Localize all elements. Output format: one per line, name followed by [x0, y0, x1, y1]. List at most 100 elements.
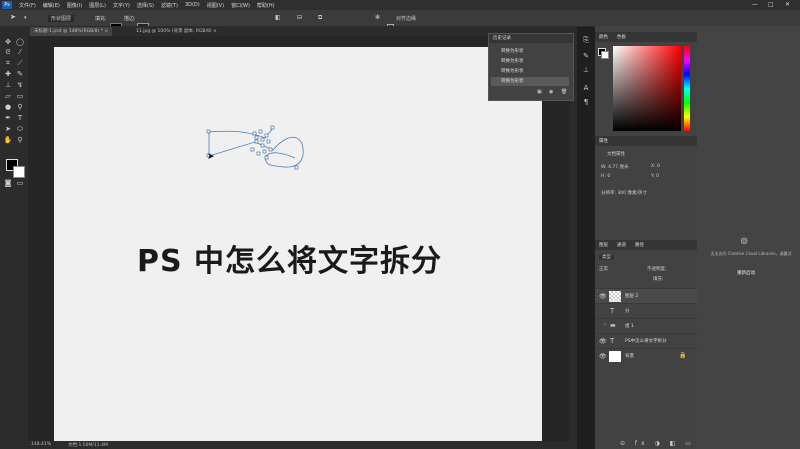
- close-icon[interactable]: ×: [104, 29, 108, 34]
- brush-tool-icon[interactable]: ✎: [15, 70, 25, 79]
- menu-3d[interactable]: 3D(D): [185, 2, 200, 8]
- history-panel-icon[interactable]: ⎘: [581, 36, 591, 46]
- layer-row[interactable]: › ▬ 组 1: [595, 318, 697, 334]
- fill-label: 填充:: [95, 16, 107, 22]
- paragraph-panel-icon[interactable]: ¶: [581, 98, 591, 108]
- history-item[interactable]: 转换为形状: [501, 58, 524, 64]
- tab-paths[interactable]: 路径: [635, 241, 644, 250]
- zoom-tool-icon[interactable]: ⚲: [15, 136, 25, 145]
- pen-tool-icon[interactable]: ✒: [3, 114, 13, 123]
- path-select-tool-icon[interactable]: ➤: [10, 13, 16, 21]
- close-window-button[interactable]: ✕: [785, 1, 790, 8]
- path-outline[interactable]: [195, 120, 315, 180]
- brush-panel-icon[interactable]: ✎: [581, 52, 591, 62]
- color-panel-header: 颜色 色板: [595, 32, 697, 42]
- layer-row[interactable]: 👁 背景 🔒: [595, 348, 697, 364]
- path-arrangement-icon[interactable]: ⧉: [318, 14, 322, 22]
- clone-source-icon[interactable]: ⊥: [581, 66, 591, 76]
- dodge-tool-icon[interactable]: ⚲: [15, 103, 25, 112]
- eye-icon[interactable]: 👁: [599, 293, 607, 300]
- document-size: 文档:1.50M/11.4M: [68, 443, 108, 448]
- tab-channels[interactable]: 通道: [617, 241, 626, 250]
- trash-icon[interactable]: 🗑: [561, 89, 567, 95]
- x-value[interactable]: X: 0: [651, 164, 660, 169]
- new-document-icon[interactable]: ▣: [537, 89, 542, 95]
- ellipse-marquee-icon[interactable]: ◯: [15, 38, 25, 47]
- zoom-level[interactable]: 148.41%: [31, 442, 51, 447]
- minimize-button[interactable]: —: [752, 1, 758, 8]
- color-swatches-mini[interactable]: [596, 26, 609, 59]
- layer-name: 背景: [625, 354, 634, 359]
- camera-icon[interactable]: ◉: [549, 89, 553, 95]
- menu-edit[interactable]: 编辑(E): [43, 2, 60, 9]
- fill-label: 填充:: [653, 277, 664, 282]
- blur-tool-icon[interactable]: ●: [3, 103, 13, 112]
- text-layer-icon: T: [610, 337, 615, 345]
- menu-select[interactable]: 选择(S): [137, 2, 154, 9]
- tab-11-jpg[interactable]: 11.jpg @ 100% (背景 副本, RGB/8) ×: [132, 27, 221, 36]
- path-selection-icon[interactable]: ➤: [3, 125, 13, 134]
- gear-icon[interactable]: ✻: [375, 14, 380, 21]
- crop-tool-icon[interactable]: ⌗: [3, 59, 13, 68]
- menu-help[interactable]: 帮助(H): [257, 2, 275, 9]
- menu-window[interactable]: 窗口(W): [231, 2, 250, 9]
- blend-mode-select[interactable]: 正常: [599, 266, 608, 272]
- menu-filter[interactable]: 滤镜(T): [161, 2, 178, 9]
- layer-row[interactable]: 👁 T PS中怎么将文字拆分: [595, 333, 697, 349]
- healing-brush-icon[interactable]: ✚: [3, 70, 13, 79]
- history-item[interactable]: 转换为形状: [501, 68, 524, 74]
- hue-slider[interactable]: [684, 46, 690, 131]
- character-panel-icon[interactable]: A: [581, 84, 591, 94]
- history-item-selected[interactable]: 转换为形状: [491, 77, 569, 86]
- tab-untitled-1[interactable]: 未标题-1.psd @ 148%(RGB/8) * ×: [30, 27, 113, 36]
- lasso-tool-icon[interactable]: ᘓ: [3, 48, 13, 57]
- width-value[interactable]: W: 4.77 厘米: [601, 164, 629, 170]
- height-value[interactable]: H: 0: [601, 174, 610, 179]
- menu-view[interactable]: 视图(V): [207, 2, 224, 9]
- menu-image[interactable]: 图像(I): [67, 2, 82, 9]
- path-operations-icon[interactable]: ◧: [275, 14, 281, 21]
- color-picker-field[interactable]: [613, 46, 681, 131]
- layer-row[interactable]: 👁 图层 2: [595, 288, 697, 304]
- hand-tool-icon[interactable]: ✋: [3, 136, 13, 145]
- quick-mask-icon[interactable]: ◙: [3, 179, 13, 188]
- magic-wand-icon[interactable]: ⁄: [15, 48, 25, 57]
- folder-icon: ▬: [610, 322, 616, 329]
- layer-kind-filter[interactable]: 类型: [599, 254, 614, 260]
- layer-row[interactable]: T 分: [595, 303, 697, 319]
- menu-file[interactable]: 文件(F): [19, 2, 36, 9]
- y-value[interactable]: Y: 0: [651, 174, 659, 179]
- background-color-swatch[interactable]: [601, 51, 609, 59]
- history-brush-icon[interactable]: ↯: [15, 81, 25, 90]
- layer-thumbnail: [609, 351, 621, 362]
- shape-tool-icon[interactable]: ⬭: [15, 125, 25, 134]
- clone-stamp-icon[interactable]: ⊥: [3, 81, 13, 90]
- menu-type[interactable]: 文字(Y): [113, 2, 130, 9]
- shape-mode-select[interactable]: 形状图层: [48, 15, 75, 22]
- maximize-button[interactable]: □: [768, 1, 774, 8]
- tab-label: 未标题-1.psd @ 148%(RGB/8) *: [34, 29, 103, 34]
- eye-icon[interactable]: 👁: [599, 353, 607, 360]
- tab-layers[interactable]: 图层: [599, 241, 608, 250]
- eye-icon[interactable]: 👁: [599, 338, 607, 345]
- chevron-down-icon[interactable]: ▾: [24, 15, 27, 21]
- gradient-tool-icon[interactable]: ▭: [15, 92, 25, 101]
- tab-swatches[interactable]: 色板: [617, 33, 626, 42]
- screen-mode-icon[interactable]: ▭: [15, 179, 25, 188]
- chevron-right-icon[interactable]: ›: [604, 322, 606, 328]
- libraries-panel: [697, 26, 800, 449]
- menu-bar: Ps 文件(F) 编辑(E) 图像(I) 图层(L) 文字(Y) 选择(S) 滤…: [0, 0, 800, 10]
- tools-panel: ✥ ◯ ᘓ ⁄ ⌗ ⟋ ✚ ✎ ⊥ ↯ ▱ ▭ ● ⚲ ✒ T ➤ ⬭ ✋ ⚲ …: [0, 26, 28, 449]
- close-icon[interactable]: ×: [213, 29, 217, 34]
- path-alignment-icon[interactable]: ⊟: [297, 14, 302, 21]
- move-tool-icon[interactable]: ✥: [3, 38, 13, 47]
- eraser-tool-icon[interactable]: ▱: [3, 92, 13, 101]
- tab-properties[interactable]: 属性: [599, 137, 608, 146]
- eyedropper-icon[interactable]: ⟋: [15, 59, 25, 68]
- menu-layer[interactable]: 图层(L): [89, 2, 106, 9]
- restart-button[interactable]: 重新启动: [737, 270, 755, 276]
- history-item[interactable]: 转换为形状: [501, 48, 524, 54]
- creative-cloud-icon: ⊚: [740, 236, 749, 247]
- type-tool-icon[interactable]: T: [15, 114, 25, 123]
- background-color-swatch[interactable]: [13, 166, 25, 178]
